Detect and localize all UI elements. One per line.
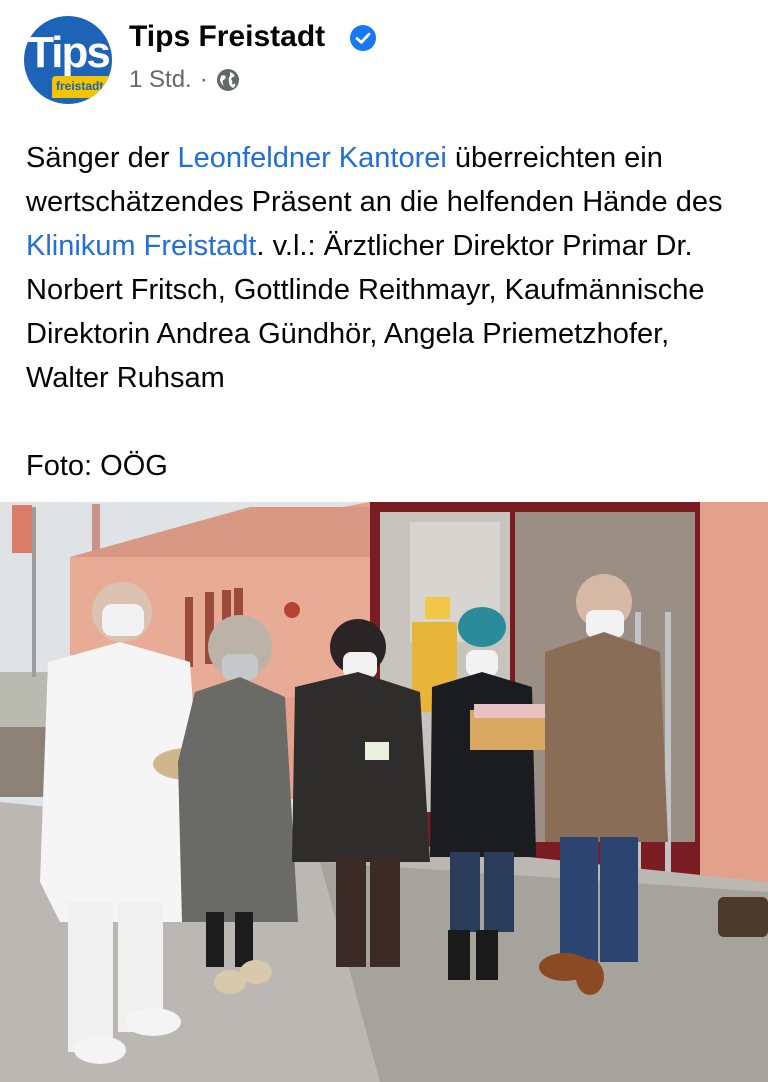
post-header: Tips freistadt Tips Freistadt 1 Std. ·	[0, 0, 768, 120]
caption-text-1: Sänger der	[26, 142, 178, 174]
post-caption: Sänger der Leonfeldner Kantorei überreic…	[26, 136, 746, 488]
logo-subtext: freistadt	[56, 79, 104, 93]
link-klinikum-freistadt[interactable]: Klinikum Freistadt	[26, 230, 256, 262]
page-name-link[interactable]: Tips Freistadt	[129, 20, 325, 54]
link-leonfeldner-kantorei[interactable]: Leonfeldner Kantorei	[178, 142, 447, 174]
page-avatar[interactable]: Tips freistadt	[24, 16, 112, 104]
globe-icon[interactable]	[216, 68, 240, 92]
meta-separator: ·	[199, 66, 208, 93]
post-timestamp[interactable]: 1 Std.	[129, 66, 192, 94]
logo-text: Tips	[27, 28, 111, 77]
post-photo[interactable]	[0, 502, 768, 1082]
verified-badge-icon	[350, 25, 376, 51]
post-meta: 1 Std. ·	[129, 66, 240, 94]
logo-subtext-badge: freistadt	[52, 76, 112, 98]
photo-credit: Foto: OÖG	[26, 450, 168, 482]
photo-illustration	[0, 502, 768, 1082]
